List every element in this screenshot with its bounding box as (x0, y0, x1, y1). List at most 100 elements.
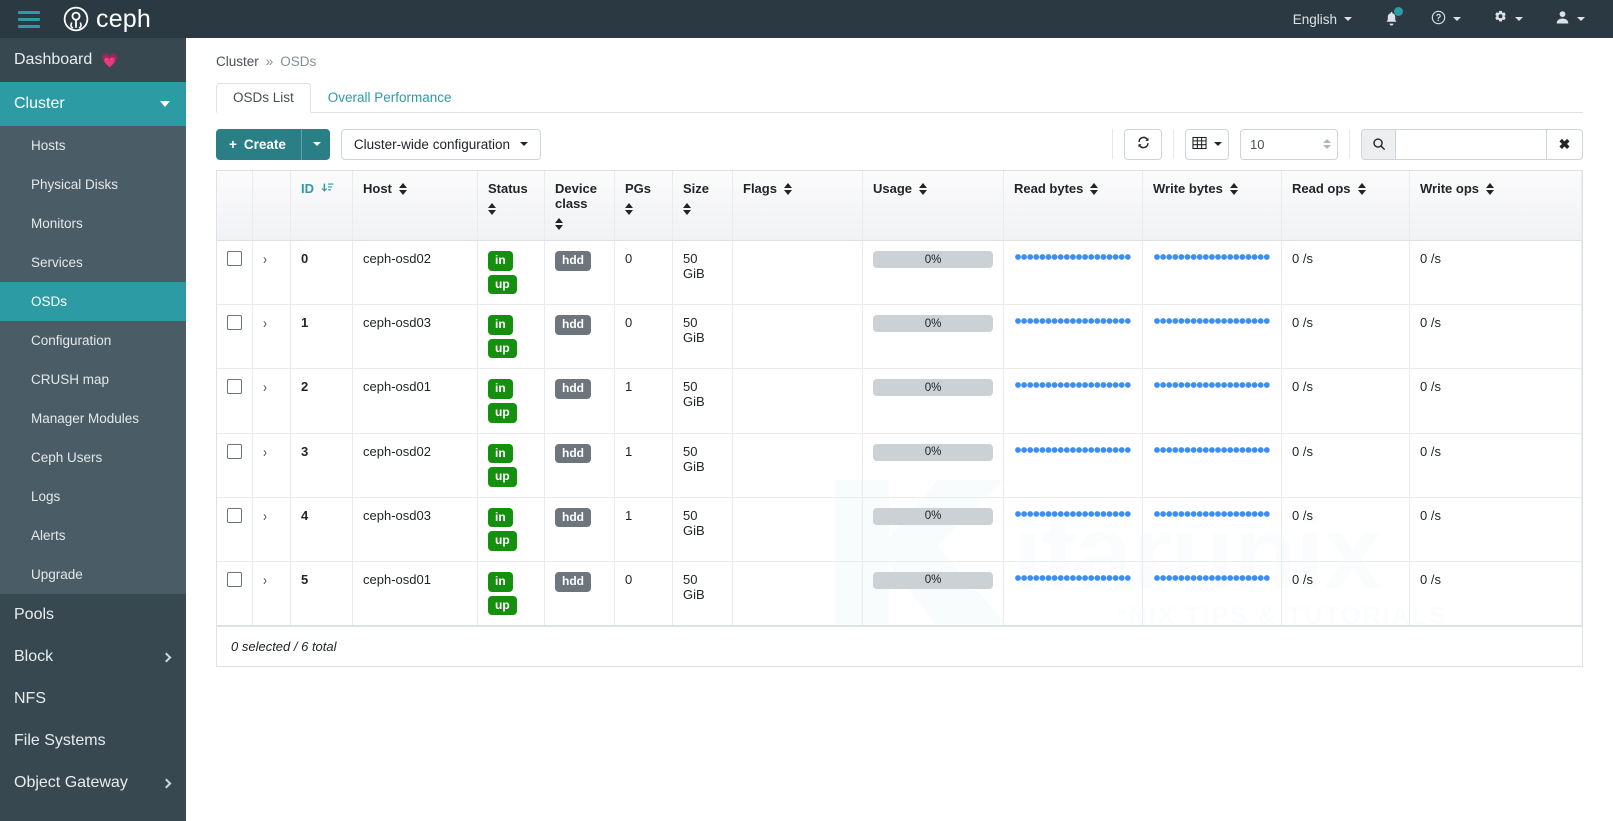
cell-expand[interactable]: › (253, 241, 291, 305)
column-header-flags[interactable]: Flags (733, 171, 863, 241)
cell-expand[interactable]: › (253, 497, 291, 561)
device-class-badge: hdd (555, 379, 591, 399)
row-checkbox[interactable] (227, 444, 242, 459)
cell-select[interactable] (217, 497, 253, 561)
sidebar-item-services[interactable]: Services (0, 243, 186, 282)
create-dropdown-toggle[interactable] (301, 129, 330, 160)
cell-read-bytes (1004, 561, 1143, 625)
chevron-right-icon[interactable]: › (263, 379, 267, 397)
table-row[interactable]: ›2ceph-osd01inuphdd150 GiB0%0 /s0 /s (217, 369, 1582, 433)
settings-dropdown[interactable] (1477, 0, 1539, 38)
user-dropdown[interactable] (1539, 0, 1601, 38)
osd-table-container: ifarunix *NIX TIPS & TUTORIALS ID (216, 170, 1583, 667)
sidebar-item-physical-disks[interactable]: Physical Disks (0, 165, 186, 204)
column-header-expand[interactable] (253, 171, 291, 241)
sidebar-item-monitors[interactable]: Monitors (0, 204, 186, 243)
column-header-usage[interactable]: Usage (863, 171, 1004, 241)
brand-logo[interactable]: ceph (63, 5, 151, 34)
chevron-right-icon[interactable]: › (263, 507, 267, 525)
column-header-read-bytes[interactable]: Read bytes (1004, 171, 1143, 241)
breadcrumb-root[interactable]: Cluster (216, 54, 259, 69)
cell-select[interactable] (217, 241, 253, 305)
cell-write-ops: 0 /s (1410, 497, 1582, 561)
tab-overall-performance[interactable]: Overall Performance (311, 83, 469, 113)
sidebar-item-dashboard[interactable]: Dashboard 💗 (0, 38, 186, 82)
refresh-button[interactable] (1124, 129, 1162, 160)
sidebar-item-upgrade[interactable]: Upgrade (0, 555, 186, 594)
chevron-right-icon[interactable]: › (263, 250, 267, 268)
sidebar-item-block[interactable]: Block (0, 636, 186, 678)
sidebar-item-ceph-users[interactable]: Ceph Users (0, 438, 186, 477)
cell-select[interactable] (217, 369, 253, 433)
sidebar-item-configuration[interactable]: Configuration (0, 321, 186, 360)
column-header-read-ops[interactable]: Read ops (1282, 171, 1410, 241)
sidebar-item-object-gateway[interactable]: Object Gateway (0, 762, 186, 804)
column-header-status[interactable]: Status (478, 171, 545, 241)
page-size-stepper[interactable]: 10 (1240, 129, 1338, 160)
hamburger-menu-icon[interactable] (12, 0, 46, 38)
notifications-button[interactable] (1368, 0, 1415, 38)
help-dropdown[interactable] (1415, 0, 1477, 38)
chevron-down-icon[interactable] (1323, 145, 1331, 149)
sidebar-item-osds[interactable]: OSDs (0, 282, 186, 321)
cell-select[interactable] (217, 561, 253, 625)
status-badge-in: in (488, 315, 513, 335)
sidebar-item-crush-map[interactable]: CRUSH map (0, 360, 186, 399)
sidebar-item-nfs[interactable]: NFS (0, 678, 186, 720)
sidebar-item-pools[interactable]: Pools (0, 594, 186, 636)
osd-table: ID Host (217, 171, 1582, 626)
tab-osds-list[interactable]: OSDs List (216, 83, 311, 113)
column-header-write-bytes[interactable]: Write bytes (1143, 171, 1282, 241)
chevron-up-icon[interactable] (1323, 139, 1331, 143)
usage-value: 0% (925, 574, 942, 586)
sidebar-item-alerts[interactable]: Alerts (0, 516, 186, 555)
search-input[interactable] (1395, 129, 1547, 160)
chevron-right-icon[interactable]: › (263, 571, 267, 589)
cell-select[interactable] (217, 305, 253, 369)
table-row[interactable]: ›3ceph-osd02inuphdd150 GiB0%0 /s0 /s (217, 433, 1582, 497)
table-row[interactable]: ›0ceph-osd02inuphdd050 GiB0%0 /s0 /s (217, 241, 1582, 305)
cell-status: inup (478, 561, 545, 625)
column-header-device-class[interactable]: Device class (545, 171, 615, 241)
column-header-write-ops[interactable]: Write ops (1410, 171, 1582, 241)
language-dropdown[interactable]: English (1277, 0, 1368, 38)
column-header-pgs[interactable]: PGs (615, 171, 673, 241)
cell-expand[interactable]: › (253, 369, 291, 433)
create-button[interactable]: + Create (216, 129, 301, 160)
sidebar-group-cluster[interactable]: Cluster (0, 82, 186, 126)
row-checkbox[interactable] (227, 315, 242, 330)
sidebar-item-hosts[interactable]: Hosts (0, 126, 186, 165)
chevron-right-icon[interactable]: › (263, 314, 267, 332)
column-header-host[interactable]: Host (353, 171, 478, 241)
column-header-select[interactable] (217, 171, 253, 241)
row-checkbox[interactable] (227, 508, 242, 523)
row-checkbox[interactable] (227, 379, 242, 394)
sidebar-item-manager-modules[interactable]: Manager Modules (0, 399, 186, 438)
table-row[interactable]: ›5ceph-osd01inuphdd050 GiB0%0 /s0 /s (217, 561, 1582, 625)
row-checkbox[interactable] (227, 251, 242, 266)
cell-expand[interactable]: › (253, 305, 291, 369)
cluster-wide-configuration-dropdown[interactable]: Cluster-wide configuration (341, 129, 541, 160)
usage-value: 0% (925, 382, 942, 394)
clear-search-button[interactable]: ✖ (1547, 129, 1583, 160)
breadcrumb-separator: » (266, 54, 274, 69)
cell-select[interactable] (217, 433, 253, 497)
ceph-octopus-icon (63, 6, 89, 32)
sidebar-item-label: Dashboard (14, 51, 92, 69)
column-header-size[interactable]: Size (673, 171, 733, 241)
stepper-arrows[interactable] (1323, 139, 1331, 149)
chevron-right-icon[interactable]: › (263, 443, 267, 461)
sidebar-item-file-systems[interactable]: File Systems (0, 720, 186, 762)
cell-expand[interactable]: › (253, 433, 291, 497)
sidebar-item-logs[interactable]: Logs (0, 477, 186, 516)
cell-expand[interactable]: › (253, 561, 291, 625)
toolbar-right-group: 10 ✖ (1112, 129, 1583, 160)
write-bytes-sparkline (1153, 315, 1271, 327)
row-checkbox[interactable] (227, 572, 242, 587)
table-row[interactable]: ›1ceph-osd03inuphdd050 GiB0%0 /s0 /s (217, 305, 1582, 369)
cell-write-bytes (1143, 369, 1282, 433)
column-label: Status (488, 181, 528, 196)
column-header-id[interactable]: ID (291, 171, 353, 241)
column-selector-button[interactable] (1185, 129, 1229, 160)
table-row[interactable]: ›4ceph-osd03inuphdd150 GiB0%0 /s0 /s (217, 497, 1582, 561)
